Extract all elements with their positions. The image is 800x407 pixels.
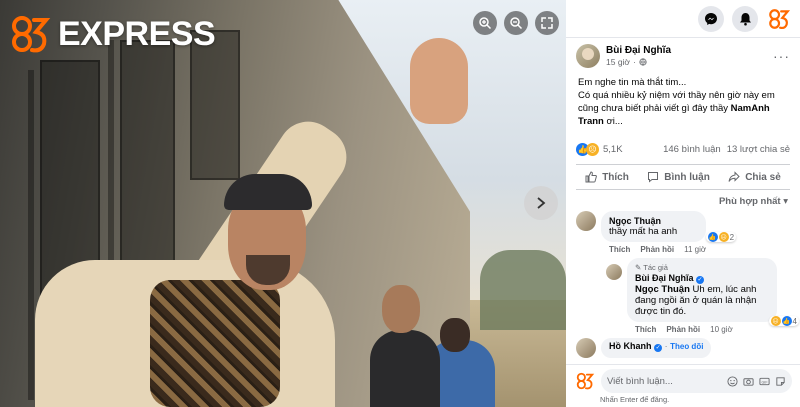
camera-icon[interactable] [743, 376, 754, 387]
reply-react-count: 4 [792, 316, 797, 326]
author-badge: Tác giả [643, 263, 668, 272]
comment-composer: Viết bình luận... GIF Nhấn Enter để đăng… [566, 364, 800, 407]
comments-count[interactable]: 146 bình luận [663, 144, 721, 155]
messenger-button[interactable] [698, 5, 724, 32]
pencil-icon: ✎ [635, 263, 642, 272]
reply-item: ✎ Tác giả Bùi Đại Nghĩa ✓ Ngọc Thuận Uh … [566, 254, 800, 334]
post-timestamp[interactable]: 15 giờ [606, 57, 630, 67]
brand-watermark: EXPRESS [8, 12, 216, 56]
photo-leopard-scarf [150, 280, 280, 407]
comment-input[interactable]: Viết bình luận... GIF [601, 369, 792, 393]
globe-icon [639, 58, 647, 66]
comment-bubble: Ngọc Thuận thầy mất ha anh 👍 ☹ 2 [601, 211, 737, 242]
comment-label: Bình luận [664, 171, 710, 183]
comment-button[interactable]: Bình luận [647, 171, 710, 183]
sad-reaction-icon: ☹ [586, 142, 599, 156]
comment-sort-label: Phù hợp nhất [718, 196, 781, 207]
comment-item: Ngọc Thuận thầy mất ha anh 👍 ☹ 2 Thích P… [566, 207, 800, 254]
sad-reaction-icon: ☹ [770, 316, 781, 326]
photo-person-young-man [370, 330, 440, 407]
photo-man-cap [224, 174, 312, 210]
like-label: Thích [602, 171, 629, 183]
follow-link[interactable]: Theo dõi [670, 342, 703, 351]
photo-trees [480, 250, 566, 330]
reply-author-avatar[interactable] [606, 264, 622, 280]
bell-icon [739, 12, 751, 25]
more-options-icon[interactable]: ··· [773, 48, 790, 64]
comment-react-count: 2 [729, 232, 735, 242]
share-button[interactable]: Chia sẻ [728, 171, 781, 183]
shares-count[interactable]: 13 lượt chia sẻ [727, 144, 790, 155]
post-author-name[interactable]: Bùi Đại Nghĩa [606, 45, 671, 56]
fullscreen-icon [541, 17, 553, 29]
comment-sort-dropdown[interactable]: Phù hợp nhất ▾ [566, 190, 800, 207]
comment-reply-link[interactable]: Phản hồi [640, 245, 674, 254]
svg-text:GIF: GIF [761, 380, 768, 384]
verified-badge-icon: ✓ [654, 344, 663, 352]
verified-badge-icon: ✓ [696, 276, 705, 284]
35-logo-icon [769, 8, 791, 29]
comment-time[interactable]: 11 giờ [684, 245, 706, 254]
post-header: Bùi Đại Nghĩa 15 giờ · ··· [566, 38, 800, 68]
top-bar [566, 0, 800, 38]
comment-text: thầy mất ha anh [609, 226, 678, 237]
reply-author-name[interactable]: Bùi Đại Nghĩa [635, 273, 694, 283]
chevron-down-icon: ▾ [783, 196, 788, 207]
photo-waving-hand [410, 38, 468, 124]
author-avatar[interactable] [576, 44, 600, 68]
commenter-name[interactable]: Hồ Khanh [609, 341, 652, 351]
reply-time[interactable]: 10 giờ [710, 325, 733, 334]
post-side-panel: Bùi Đại Nghĩa 15 giờ · ··· Em nghe tin m… [566, 0, 800, 407]
chevron-right-icon [537, 197, 546, 209]
post-text-line1: Em nghe tin mà thắt tim... [578, 77, 687, 88]
sticker-icon[interactable] [775, 376, 786, 387]
comment-bubble: Hồ Khanh ✓ · Theo dõi [601, 338, 712, 358]
comment-like-link[interactable]: Thích [609, 245, 630, 254]
sad-reaction-icon: ☹ [718, 232, 729, 242]
brand-name: EXPRESS [58, 14, 216, 53]
messenger-icon [705, 12, 717, 25]
comment-reactions[interactable]: 👍 ☹ 2 [705, 232, 737, 242]
profile-35-logo-button[interactable] [766, 6, 792, 32]
emoji-icon[interactable] [727, 375, 738, 387]
reply-reply-link[interactable]: Phản hồi [666, 325, 700, 334]
brand-35-logo-icon [8, 12, 52, 56]
comment-item: Hồ Khanh ✓ · Theo dõi [566, 334, 800, 358]
share-label: Chia sẻ [745, 171, 781, 183]
comment-icon [648, 172, 659, 183]
share-icon [728, 171, 740, 182]
thumbs-up-icon [585, 171, 598, 183]
photo-viewer: EXPRESS [0, 0, 566, 407]
post-stats: 👍 ☹ 5,1K 146 bình luận 13 lượt chia sẻ [566, 140, 800, 158]
comment-input-placeholder: Viết bình luận... [607, 375, 673, 387]
commenter-avatar[interactable] [576, 211, 596, 231]
reply-reactions[interactable]: ☹ 👍 4 [768, 316, 799, 326]
zoom-out-button[interactable] [504, 11, 528, 35]
reactions-count[interactable]: 5,1K [603, 144, 623, 155]
commenter-name[interactable]: Ngọc Thuận [609, 216, 690, 226]
commenter-avatar[interactable] [576, 338, 596, 358]
35-logo-icon [576, 372, 595, 390]
composer-avatar[interactable] [574, 370, 596, 392]
post-body: Em nghe tin mà thắt tim... Có quá nhiều … [566, 68, 800, 128]
like-reaction-icon: 👍 [707, 232, 718, 242]
like-button[interactable]: Thích [585, 171, 629, 183]
fullscreen-button[interactable] [535, 11, 559, 35]
composer-hint: Nhấn Enter để đăng. [600, 395, 670, 404]
reply-like-link[interactable]: Thích [635, 325, 656, 334]
reply-mention[interactable]: Ngọc Thuận [635, 284, 690, 295]
reply-bubble: ✎ Tác giả Bùi Đại Nghĩa ✓ Ngọc Thuận Uh … [627, 258, 799, 326]
next-photo-button[interactable] [524, 186, 558, 220]
zoom-in-icon [479, 17, 492, 30]
notifications-button[interactable] [732, 5, 758, 32]
like-reaction-icon: 👍 [781, 316, 792, 326]
post-actions: Thích Bình luận Chia sẻ [576, 164, 790, 190]
zoom-in-button[interactable] [473, 11, 497, 35]
post-text-tail: ơi... [606, 116, 623, 127]
zoom-out-icon [510, 17, 523, 30]
gif-icon[interactable]: GIF [759, 376, 770, 387]
